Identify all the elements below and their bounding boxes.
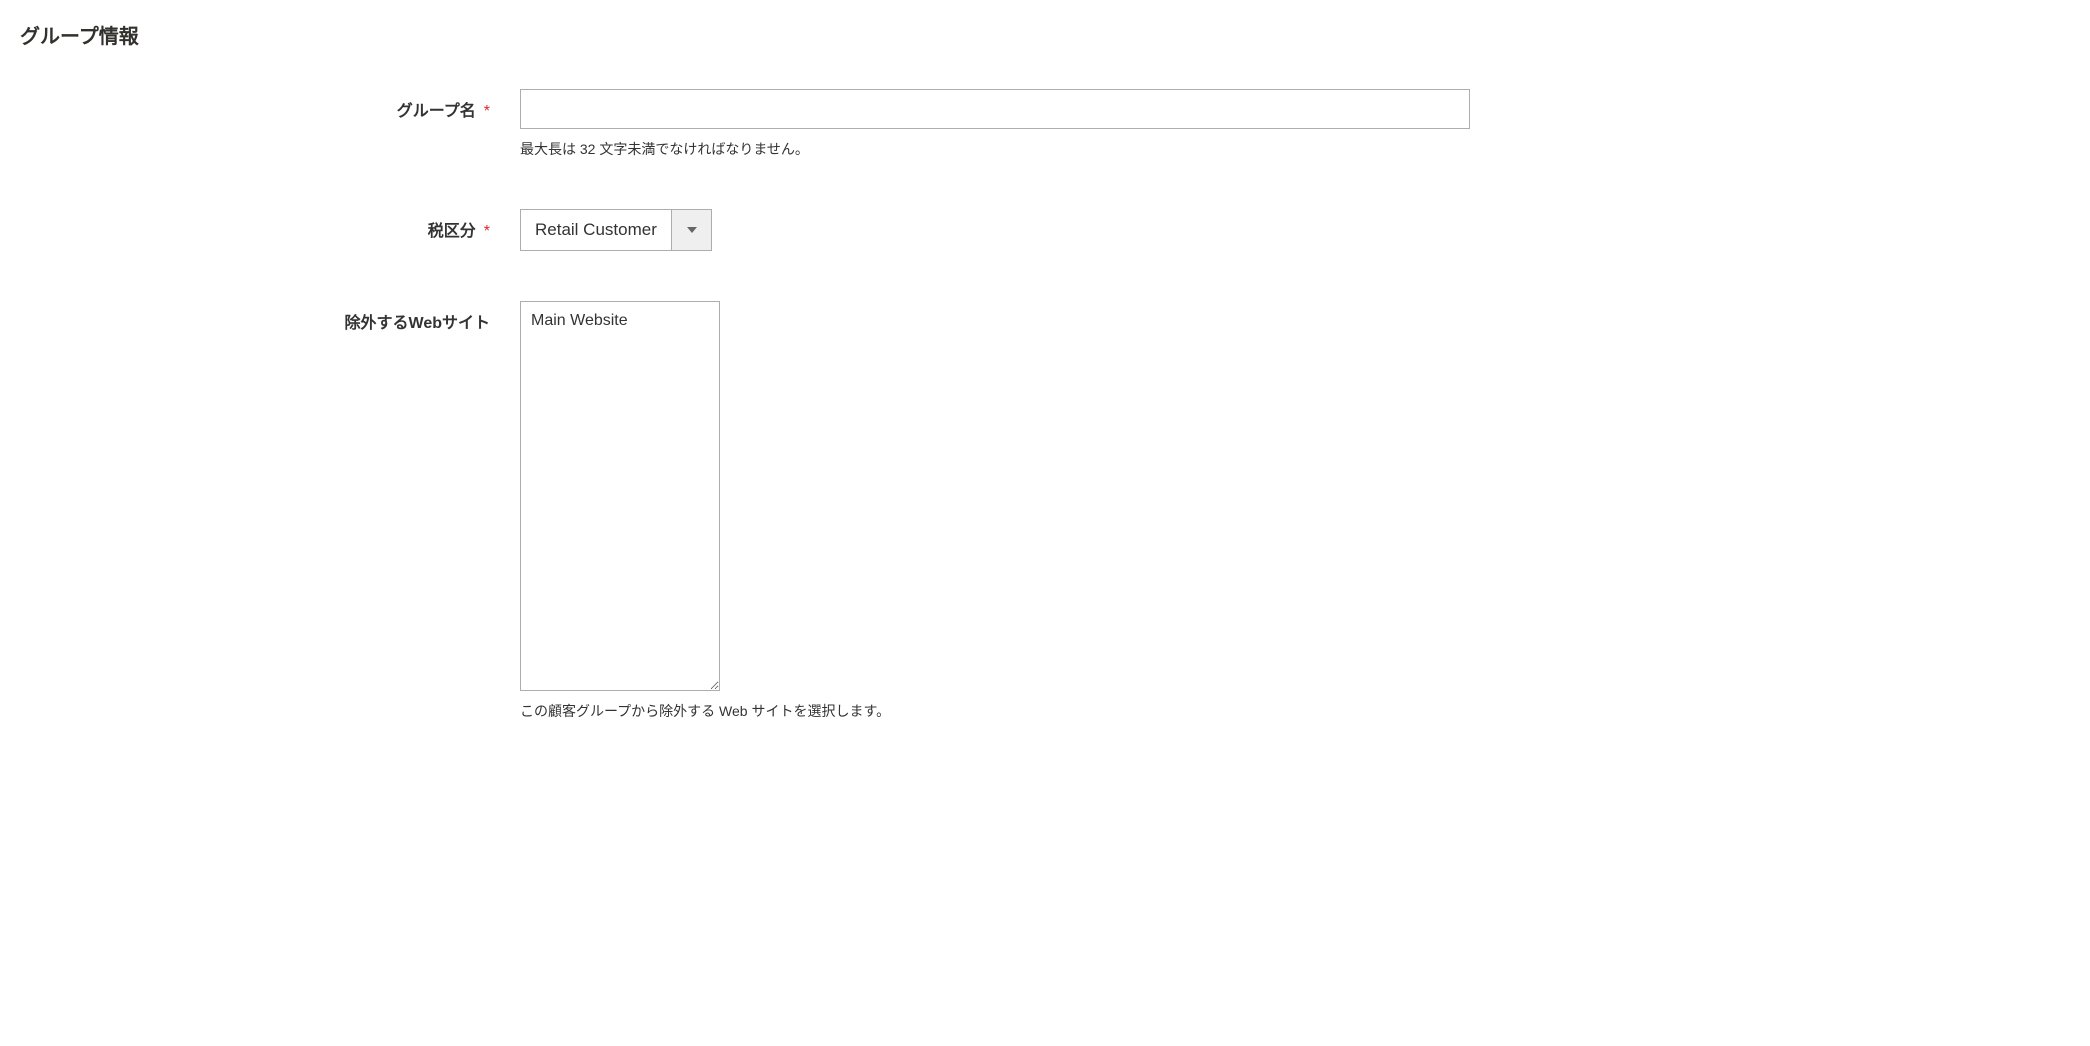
group-name-note: 最大長は 32 文字未満でなければなりません。	[520, 139, 1470, 159]
control-wrapper-group-name: 最大長は 32 文字未満でなければなりません。	[520, 89, 1470, 159]
section-title: グループ情報	[20, 20, 2070, 49]
control-wrapper-tax-class: Retail Customer	[520, 209, 1470, 251]
label-excluded-websites: 除外するWebサイト	[20, 301, 520, 333]
group-name-input[interactable]	[520, 89, 1470, 129]
tax-class-select[interactable]: Retail Customer	[520, 209, 712, 251]
tax-class-dropdown-toggle[interactable]	[671, 210, 711, 250]
control-wrapper-excluded-websites: Main Website この顧客グループから除外する Web サイトを選択しま…	[520, 301, 1470, 721]
label-excluded-websites-text: 除外するWebサイト	[345, 309, 491, 333]
label-group-name: グループ名 *	[20, 89, 520, 121]
excluded-websites-note: この顧客グループから除外する Web サイトを選択します。	[520, 701, 1470, 721]
label-tax-class-text: 税区分	[428, 217, 476, 241]
form-row-excluded-websites: 除外するWebサイト Main Website この顧客グループから除外する W…	[20, 301, 2070, 721]
form-row-group-name: グループ名 * 最大長は 32 文字未満でなければなりません。	[20, 89, 2070, 159]
required-asterisk-icon: *	[484, 103, 490, 121]
list-item[interactable]: Main Website	[531, 310, 709, 332]
label-group-name-text: グループ名	[397, 97, 476, 121]
tax-class-selected-value: Retail Customer	[521, 210, 671, 250]
chevron-down-icon	[687, 222, 697, 238]
required-asterisk-icon: *	[484, 223, 490, 241]
form-row-tax-class: 税区分 * Retail Customer	[20, 209, 2070, 251]
label-tax-class: 税区分 *	[20, 209, 520, 241]
excluded-websites-multiselect[interactable]: Main Website	[520, 301, 720, 691]
